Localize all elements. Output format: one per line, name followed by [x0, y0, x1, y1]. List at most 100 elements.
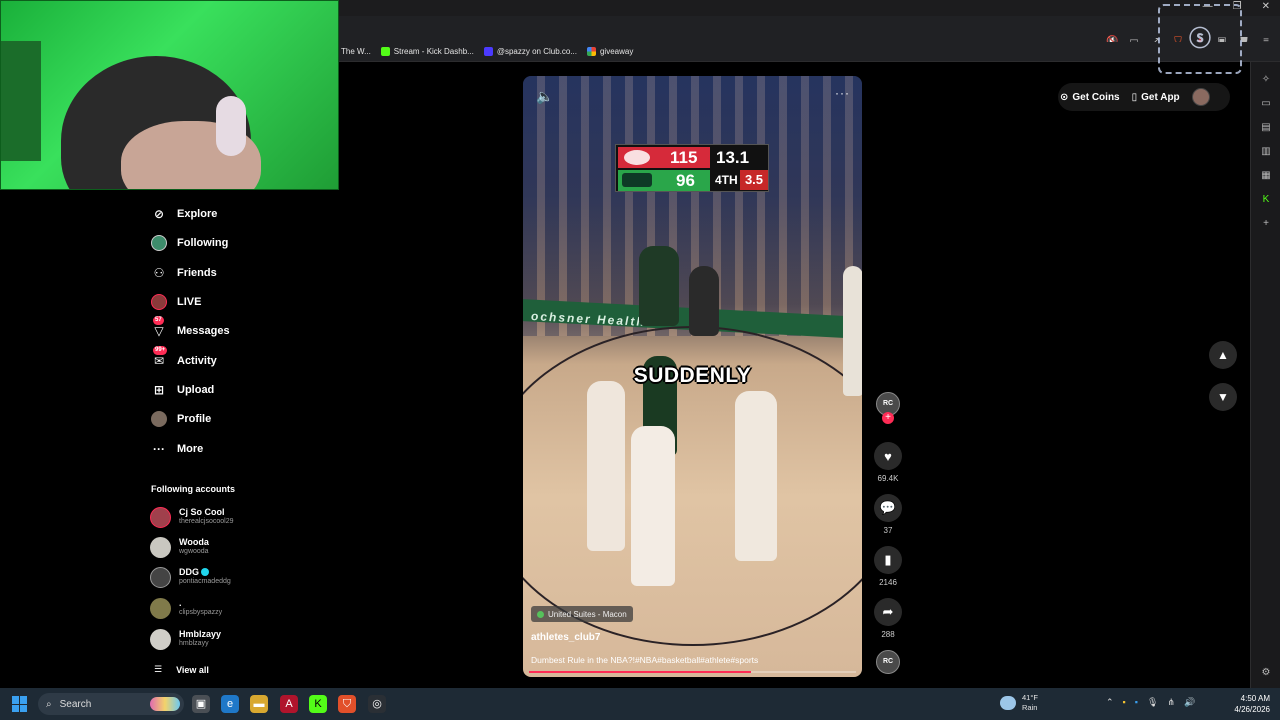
video-progress-bar[interactable]: [529, 671, 856, 673]
weather-widget[interactable]: 41°F Rain: [1000, 693, 1038, 713]
tray-app-icon[interactable]: ▪: [1135, 697, 1138, 708]
bookmark-label: The W...: [341, 47, 371, 56]
bookmark-label: giveaway: [599, 47, 634, 56]
sidebar-item-profile[interactable]: Profile: [150, 408, 211, 430]
settings-gear-icon[interactable]: ⚙: [1259, 666, 1273, 680]
like-button[interactable]: ♥ 69.4K: [872, 442, 904, 483]
volume-icon[interactable]: 🔊: [1184, 697, 1195, 708]
pelicans-logo-icon: [622, 173, 652, 187]
account-handle: clipsbyspazzy: [179, 609, 223, 616]
music-disc-button[interactable]: RC: [872, 650, 904, 674]
video-player-figure: [735, 391, 777, 561]
sidebar-item-messages[interactable]: ▽ 57 Messages: [150, 316, 230, 342]
get-app-button[interactable]: ▯ Get App: [1132, 92, 1180, 103]
brave-icon[interactable]: ⛉: [338, 695, 356, 713]
bookmark-item[interactable]: @spazzy on Club.co...: [483, 47, 577, 56]
adobe-icon[interactable]: A: [280, 695, 298, 713]
edge-icon[interactable]: e: [221, 695, 239, 713]
save-count: 2146: [879, 578, 897, 587]
coin-icon: ⊙: [1060, 91, 1069, 103]
comment-button[interactable]: 💬 37: [872, 494, 904, 535]
sidebar-item-live[interactable]: LIVE: [150, 291, 201, 313]
list-icon: ☰: [154, 664, 163, 674]
account-handle: pontiacmadeddg: [179, 578, 231, 585]
video-player[interactable]: ochsner Health 115 96 13.1 4TH 3.5 SUDDE…: [523, 76, 862, 677]
add-panel-icon[interactable]: +: [1259, 217, 1273, 231]
get-coins-button[interactable]: ⊙ Get Coins: [1060, 92, 1120, 103]
video-caption: SUDDENLY: [633, 364, 752, 387]
kick-icon[interactable]: K: [1259, 193, 1273, 207]
get-coins-label: Get Coins: [1072, 91, 1120, 103]
sidebar-item-explore[interactable]: ⊘ Explore: [150, 203, 217, 225]
account-handle: hmblzayy: [179, 640, 209, 647]
bookmark-item[interactable]: Stream - Kick Dashb...: [380, 47, 474, 56]
weather-desc: Rain: [1022, 703, 1038, 712]
rain-cloud-icon: [1000, 696, 1016, 710]
chevron-up-icon: ▲: [1217, 348, 1229, 362]
sidebar-item-activity[interactable]: ✉ 99+ Activity: [150, 346, 217, 372]
bookmarks-icon[interactable]: ▥: [1259, 145, 1273, 159]
avatar: [150, 628, 171, 650]
video-author[interactable]: athletes_club7: [531, 632, 600, 643]
task-view-icon[interactable]: ▣: [192, 695, 210, 713]
save-button[interactable]: ▮ 2146: [872, 546, 904, 587]
user-avatar[interactable]: [1191, 88, 1210, 106]
bookmark-icon: ▮: [874, 546, 902, 574]
view-all-button[interactable]: ☰ View all: [154, 664, 209, 675]
profile-icon: [150, 410, 168, 428]
start-button[interactable]: [12, 696, 28, 712]
location-chip[interactable]: United Suites - Macon: [531, 606, 633, 622]
kick-icon: [380, 47, 390, 56]
previous-video-button[interactable]: ▲: [1209, 341, 1237, 369]
bookmark-item[interactable]: The W...: [341, 47, 371, 56]
more-options-icon[interactable]: ···: [835, 86, 850, 100]
wallet-icon[interactable]: ▤: [1259, 121, 1273, 135]
account-name: Hmblzayy: [179, 629, 222, 639]
sidebar-item-upload[interactable]: ⊞ Upload: [150, 379, 214, 401]
kick-app-icon[interactable]: K: [309, 695, 327, 713]
file-explorer-icon[interactable]: ▬: [250, 695, 268, 713]
sidebar-item-label: Profile: [177, 413, 212, 425]
account-item[interactable]: . clipsbyspazzy: [150, 595, 222, 621]
webcam-background-shelf: [1, 41, 41, 161]
team2-score: 96: [676, 171, 695, 190]
sidebar-item-friends[interactable]: ⚇ Friends: [150, 262, 217, 284]
tray-app-icon[interactable]: ▪: [1123, 697, 1126, 708]
reading-list-icon[interactable]: ▦: [1259, 169, 1273, 183]
team1-score: 115: [670, 148, 698, 167]
microphone-icon[interactable]: 🎙: [1147, 697, 1158, 708]
network-icon[interactable]: ⋔: [1167, 697, 1175, 708]
avatar: [150, 506, 171, 528]
account-item[interactable]: Hmblzayy hmblzayy: [150, 626, 221, 652]
taskbar-clock[interactable]: 4:50 AM 4/26/2026: [1226, 693, 1270, 715]
video-player-figure: [639, 246, 679, 326]
bookmark-item[interactable]: giveaway: [586, 47, 634, 56]
account-item[interactable]: DDG pontiacmadeddg: [150, 564, 231, 590]
webcam-overlay: [0, 0, 339, 190]
club-icon: [483, 47, 493, 56]
hawks-logo-icon: [624, 150, 650, 165]
video-scoreboard: 115 96 13.1 4TH 3.5: [615, 144, 769, 192]
chevron-up-icon[interactable]: ⌃: [1106, 697, 1114, 708]
sidebar-item-more[interactable]: ··· More: [150, 438, 203, 460]
media-icon[interactable]: ▭: [1259, 97, 1273, 111]
clock-date: 4/26/2026: [1234, 705, 1270, 714]
account-item[interactable]: Wooda wgwooda: [150, 534, 209, 560]
avatar: [150, 566, 171, 588]
obs-icon[interactable]: ◎: [368, 695, 386, 713]
account-item[interactable]: Cj So Cool therealcjsocool29: [150, 504, 233, 530]
volume-icon[interactable]: 🔈: [536, 88, 553, 105]
creator-avatar-button[interactable]: RC +: [872, 392, 904, 424]
sidebar-item-label: Upload: [177, 384, 215, 396]
sidebar-item-label: Friends: [177, 267, 217, 279]
messages-badge: 57: [153, 316, 164, 325]
taskbar-search[interactable]: ⌕ Search: [38, 693, 184, 715]
pin-icon[interactable]: ✧: [1259, 73, 1273, 87]
google-icon: [586, 47, 596, 56]
close-window-icon[interactable]: ✕: [1262, 1, 1270, 12]
account-name: .: [179, 598, 182, 608]
share-button[interactable]: ➦ 288: [872, 598, 904, 639]
next-video-button[interactable]: ▼: [1209, 383, 1237, 411]
sidebar-item-following[interactable]: Following: [150, 232, 228, 254]
follow-plus-icon[interactable]: +: [882, 412, 894, 424]
